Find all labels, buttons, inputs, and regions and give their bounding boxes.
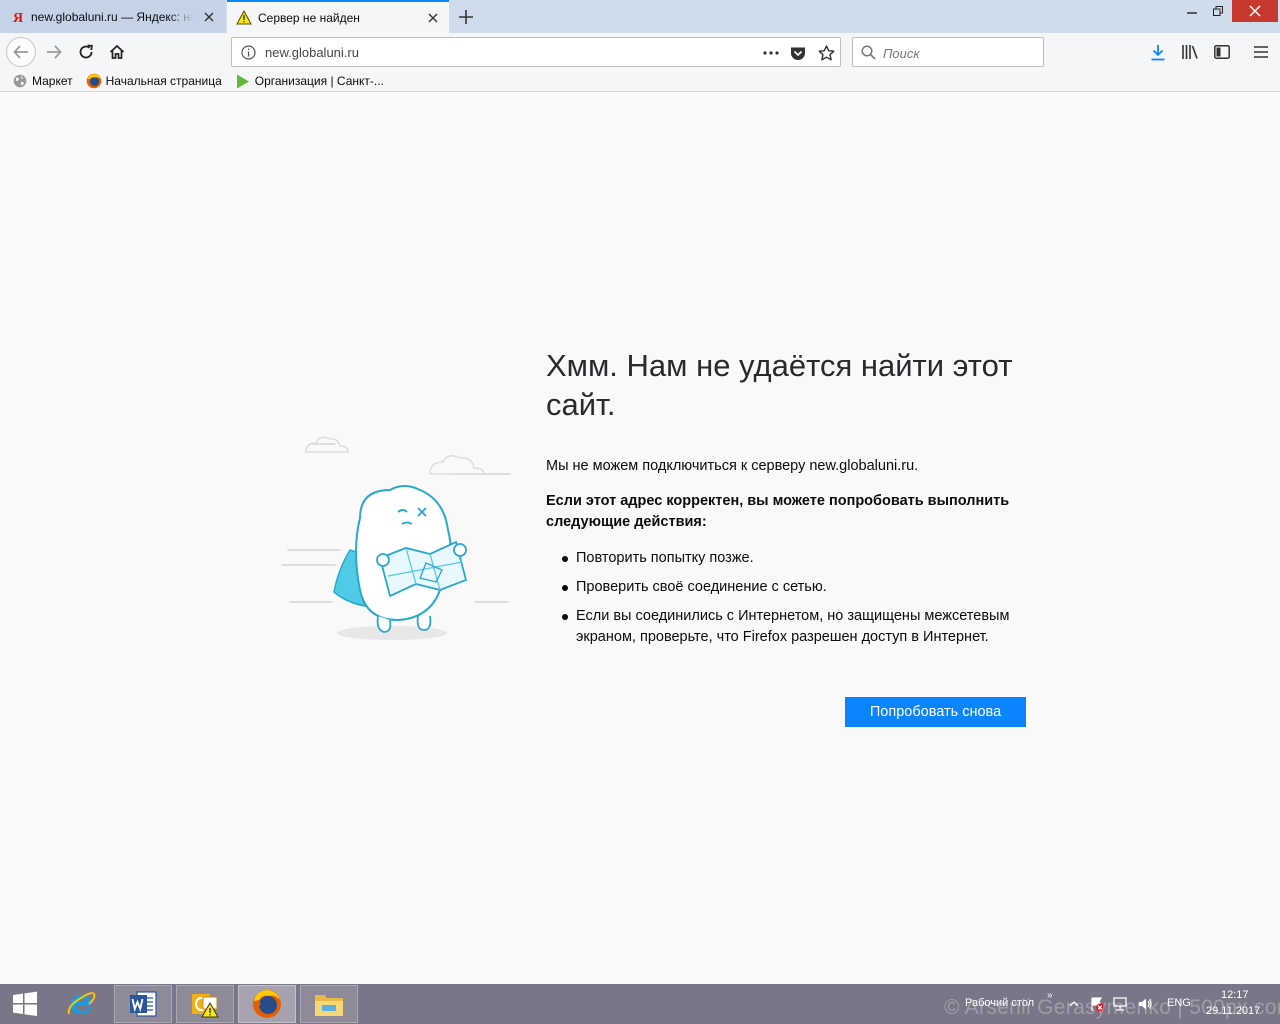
new-tab-button[interactable] [454,6,478,28]
close-window-button[interactable] [1232,0,1278,22]
bookmark-star-icon[interactable] [815,42,837,64]
firefox-icon [86,73,102,89]
hamburger-icon [1254,46,1268,58]
tab-server-not-found[interactable]: Сервер не найден [227,0,449,33]
bookmarks-toolbar: Маркет Начальная страница Организация | … [0,71,1280,92]
close-icon [1249,5,1261,17]
search-bar[interactable] [852,37,1044,67]
bookmark-market[interactable]: Маркет [12,73,73,89]
reload-icon [79,44,93,59]
library-button[interactable] [1176,38,1204,66]
bookmark-organization[interactable]: Организация | Санкт-... [235,73,384,89]
error-title: Хмм. Нам не удаётся найти этот сайт. [546,348,1013,422]
pocket-icon[interactable] [787,42,809,64]
library-icon [1182,45,1198,59]
tab-strip: Я new.globaluni.ru — Яндекс: на Сервер н… [0,0,1280,33]
taskbar-outlook[interactable] [176,985,234,1023]
photo-watermark: © Arsenii Gerasymenko | 500px.com [944,996,1280,1019]
warning-icon [236,10,252,26]
list-item: Если вы соединились с Интернетом, но защ… [546,606,1036,648]
globe-icon [12,73,28,89]
taskbar-firefox[interactable] [238,985,296,1023]
menu-button[interactable] [1247,38,1275,66]
internet-explorer-icon [67,992,96,1015]
download-icon [1151,44,1165,60]
taskbar-internet-explorer[interactable] [52,985,110,1023]
play-icon [235,73,251,89]
plus-icon [459,10,473,24]
tab-yandex[interactable]: Я new.globaluni.ru — Яндекс: на [0,0,225,33]
bookmark-start-page[interactable]: Начальная страница [86,73,222,89]
yandex-icon: Я [9,9,25,25]
url-bar[interactable]: new.globaluni.ru [231,37,841,67]
bookmark-label: Начальная страница [105,74,222,88]
back-button[interactable] [6,37,36,67]
start-button[interactable] [0,984,50,1024]
error-suggestions-list: Повторить попытку позже. Проверить своё … [546,548,1036,656]
minimize-button[interactable] [1179,0,1205,22]
taskbar-file-explorer[interactable] [300,985,358,1023]
sidebar-button[interactable] [1208,38,1236,66]
back-arrow-icon [13,45,28,59]
bookmark-label: Организация | Санкт-... [254,74,384,88]
downloads-button[interactable] [1144,38,1172,66]
error-suggestions-title: Если этот адрес корректен, вы можете поп… [546,493,1010,530]
minimize-icon [1187,12,1197,14]
search-icon [861,45,876,65]
forward-button[interactable] [40,38,68,66]
url-text[interactable]: new.globaluni.ru [265,45,359,60]
search-input[interactable] [883,43,1033,63]
restore-button[interactable] [1205,0,1231,22]
sidebar-icon [1214,45,1230,59]
info-icon[interactable] [241,45,256,65]
microsoft-word-icon [130,991,157,1017]
restore-icon [1213,6,1223,16]
home-button[interactable] [103,38,131,66]
close-tab-icon[interactable] [201,9,217,25]
windows-logo-icon [13,991,37,1016]
bookmark-label: Маркет [32,74,73,88]
forward-arrow-icon [47,45,62,59]
list-item: Повторить попытку позже. [546,548,1036,569]
tab-title: Сервер не найден [258,10,360,25]
navigation-toolbar: new.globaluni.ru [0,33,1280,71]
list-item: Проверить своё соединение с сетью. [546,577,1036,598]
taskbar-word[interactable] [114,985,172,1023]
error-illustration [280,430,520,650]
error-short-description: Мы не можем подключиться к серверу new.g… [546,458,919,474]
svg-text:Я: Я [13,11,23,24]
outlook-warning-icon [192,994,219,1018]
page-actions-icon[interactable] [760,42,782,64]
reload-button[interactable] [72,38,100,66]
home-icon [109,44,125,59]
folder-icon [315,995,343,1016]
close-tab-icon[interactable] [425,10,441,26]
firefox-icon [253,990,281,1018]
try-again-button[interactable]: Попробовать снова [845,697,1026,727]
tab-title: new.globaluni.ru — Яндекс: на [31,9,193,24]
